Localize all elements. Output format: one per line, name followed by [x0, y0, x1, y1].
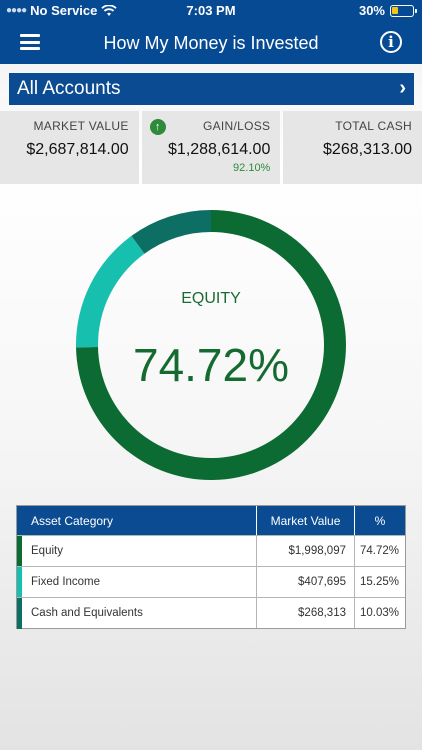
arrow-up-icon: ↑: [149, 119, 166, 135]
account-selector[interactable]: All Accounts ›: [9, 73, 414, 105]
header-asset-category: Asset Category: [17, 506, 257, 535]
table-row[interactable]: Fixed Income $407,695 15.25%: [17, 566, 405, 598]
table-row[interactable]: Equity $1,998,097 74.72%: [17, 535, 405, 567]
header-market-value: Market Value: [257, 506, 355, 535]
market-value-title: MARKET VALUE: [33, 119, 129, 133]
cell-market-value: $1,998,097: [257, 536, 355, 566]
chevron-right-icon: ›: [399, 77, 406, 99]
cell-percent: 15.25%: [359, 576, 399, 588]
market-value-amount: $2,687,814.00: [26, 141, 129, 158]
color-swatch: [17, 567, 22, 598]
nav-bar: How My Money is Invested i: [0, 22, 422, 64]
market-value-card: MARKET VALUE $2,687,814.00: [0, 111, 139, 184]
account-selector-label: All Accounts: [17, 78, 121, 99]
gain-loss-title: GAIN/LOSS: [202, 119, 271, 133]
battery-icon: [390, 4, 417, 17]
cell-market-value: $268,313: [257, 598, 355, 628]
status-right: 30%: [358, 3, 417, 18]
header-percent: %: [374, 514, 386, 528]
total-cash-amount: $268,313.00: [323, 141, 413, 158]
donut-slice-cash-and-equivalents[interactable]: [131, 210, 211, 254]
cell-category: Cash and Equivalents: [17, 598, 257, 628]
total-cash-title: TOTAL CASH: [335, 119, 413, 133]
cell-percent: 74.72%: [359, 545, 399, 557]
color-swatch: [17, 536, 22, 567]
gain-loss-card: ↑ GAIN/LOSS $1,288,614.00 92.10%: [141, 111, 281, 184]
table-row[interactable]: Cash and Equivalents $268,313 10.03%: [17, 597, 405, 629]
gain-loss-amount: $1,288,614.00: [168, 141, 271, 158]
info-icon[interactable]: i: [380, 31, 402, 53]
page-title: How My Money is Invested: [103, 33, 319, 53]
battery-percent: 30%: [358, 3, 385, 18]
donut-center-label: EQUITY: [181, 290, 241, 307]
cell-category: Fixed Income: [17, 567, 257, 597]
app-header: ●●●● No Service 7:03 PM 30% How My Money…: [0, 0, 422, 64]
status-bar: ●●●● No Service 7:03 PM 30%: [0, 0, 422, 22]
battery-fill: [392, 6, 398, 14]
asset-allocation-table: Asset Category Market Value % Equity $1,…: [16, 505, 406, 629]
total-cash-card: TOTAL CASH $268,313.00: [283, 111, 422, 184]
cell-market-value: $407,695: [257, 567, 355, 597]
donut-center-value: 74.72%: [132, 339, 289, 391]
gain-loss-percent: 92.10%: [233, 162, 271, 174]
color-swatch: [17, 598, 22, 629]
cell-percent: 10.03%: [359, 607, 399, 619]
summary-cards: MARKET VALUE $2,687,814.00 ↑ GAIN/LOSS $…: [0, 111, 422, 184]
table-header: Asset Category Market Value %: [17, 506, 405, 535]
cell-category: Equity: [17, 536, 257, 566]
